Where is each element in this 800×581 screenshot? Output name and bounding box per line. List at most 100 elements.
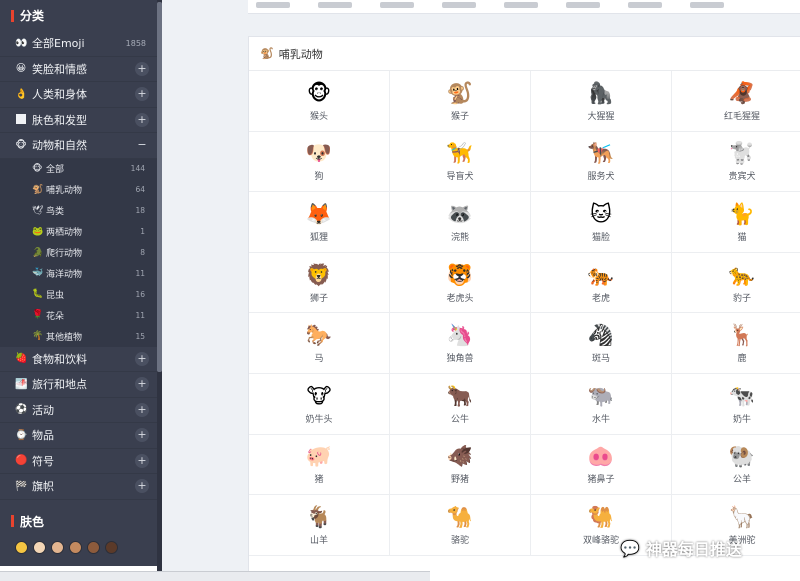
sidebar-category[interactable]: ⚽ 活动 + — [0, 398, 161, 424]
subcategory-count: 11 — [135, 268, 145, 278]
emoji-glyph: 🐄 — [728, 383, 756, 408]
sidebar-category[interactable]: 👌 人类和身体 + — [0, 82, 161, 108]
emoji-cell[interactable]: 🐽 猪鼻子 — [531, 434, 672, 496]
emoji-cell[interactable]: 🐐 山羊 — [249, 495, 390, 556]
emoji-glyph: 🦝 — [446, 201, 474, 226]
emoji-name: 斑马 — [591, 354, 610, 365]
skin-tone-option[interactable] — [105, 540, 118, 554]
emoji-cell[interactable]: 🦊 狐狸 — [249, 192, 390, 253]
category-icon: 👌 — [15, 88, 28, 100]
sidebar-subcategory[interactable]: 🐵 全部 144 — [0, 158, 161, 180]
emoji-cell[interactable]: 🦓 斑马 — [531, 313, 672, 374]
expand-button[interactable]: + — [135, 112, 149, 127]
emoji-cell[interactable]: 🐈 猫 — [672, 192, 800, 253]
subcategory-icon: 🌴 — [32, 331, 44, 342]
skin-tone-option[interactable] — [87, 540, 100, 554]
skin-tone-option[interactable] — [15, 540, 28, 554]
sidebar-subcategory[interactable]: 🕊 鸟类 18 — [0, 200, 161, 222]
emoji-cell[interactable]: 🐖 猪 — [249, 434, 390, 496]
sidebar-subcategory[interactable]: 🐸 两栖动物 1 — [0, 221, 161, 243]
emoji-cell[interactable]: 🐂 公牛 — [390, 373, 531, 435]
emoji-cell[interactable]: 🐏 公羊 — [672, 435, 800, 496]
emoji-cell[interactable]: 🐆 豹子 — [672, 253, 800, 314]
emoji-cell[interactable]: 🐕‍🦺 服务犬 — [531, 131, 672, 193]
emoji-glyph: 🐩 — [728, 141, 756, 166]
skin-tone-option[interactable] — [69, 540, 82, 554]
sidebar-scrollbar-thumb[interactable] — [157, 2, 162, 372]
sidebar-subcategory[interactable]: 🐛 昆虫 16 — [0, 283, 161, 305]
emoji-cell[interactable]: 🐪 骆驼 — [390, 495, 531, 556]
expand-button[interactable]: + — [135, 402, 149, 417]
sidebar-category[interactable]: 😀 笑脸和情感 + — [0, 57, 161, 82]
emoji-cell[interactable]: 🦁 狮子 — [249, 252, 390, 314]
emoji-name: 猪鼻子 — [587, 475, 615, 486]
emoji-cell[interactable]: 🐶 狗 — [249, 131, 390, 193]
skin-tone-picker — [0, 540, 161, 554]
category-icon: ⚽ — [15, 404, 28, 416]
sidebar-category[interactable]: 🏁 旗帜 + — [0, 474, 161, 500]
emoji-cell[interactable]: 🐱 猫脸 — [531, 192, 672, 253]
emoji-cell[interactable]: 🐃 水牛 — [531, 373, 672, 435]
emoji-name: 双峰骆驼 — [582, 535, 619, 546]
expand-button[interactable]: + — [135, 87, 149, 102]
sidebar-subcategory[interactable]: 🐊 爬行动物 8 — [0, 242, 161, 263]
expand-button[interactable]: + — [135, 351, 149, 366]
expand-button[interactable]: + — [135, 61, 149, 76]
emoji-cell[interactable]: 🐗 野猪 — [390, 434, 531, 496]
emoji-cell[interactable]: 🦝 浣熊 — [390, 192, 531, 253]
emoji-cell[interactable]: 🐵 猴头 — [249, 71, 390, 132]
sidebar-category[interactable]: 🔴 符号 + — [0, 449, 161, 475]
emoji-name: 骆驼 — [450, 535, 469, 546]
expand-button[interactable]: + — [135, 377, 149, 392]
emoji-name: 猪 — [314, 475, 324, 486]
sidebar-category[interactable]: 🍓 食物和饮料 + — [0, 347, 161, 373]
emoji-cell[interactable]: 🐅 老虎 — [531, 252, 672, 314]
emoji-cell[interactable]: 🐎 马 — [249, 313, 390, 374]
subcategory-icon: 🐸 — [32, 226, 44, 237]
emoji-cell[interactable]: 🐩 贵宾犬 — [672, 132, 800, 193]
emoji-cell[interactable]: 🐄 奶牛 — [672, 374, 800, 435]
emoji-glyph: 🐱 — [590, 201, 612, 226]
emoji-glyph: 🐕‍🦺 — [587, 141, 615, 166]
emoji-glyph: 🐮 — [306, 383, 332, 408]
sidebar-subcategory[interactable]: 🌴 其他植物 15 — [0, 325, 161, 347]
sidebar-category[interactable]: 🐵 动物和自然 − — [0, 133, 161, 159]
collapse-button[interactable]: − — [135, 138, 149, 152]
emoji-glyph: 🐵 — [306, 80, 332, 105]
skin-tone-option[interactable] — [51, 540, 64, 554]
emoji-glyph: 🐖 — [305, 444, 333, 469]
emoji-cell[interactable]: 🦄 独角兽 — [390, 313, 531, 374]
emoji-name: 野猪 — [450, 475, 469, 486]
emoji-cell[interactable]: 🐯 老虎头 — [390, 252, 531, 314]
sidebar-category[interactable]: 🌁 旅行和地点 + — [0, 372, 161, 398]
emoji-name: 鹿 — [737, 354, 747, 365]
emoji-cell[interactable]: 🦌 鹿 — [672, 313, 800, 374]
skin-tone-option[interactable] — [33, 540, 46, 554]
emoji-name: 马 — [314, 354, 324, 365]
emoji-glyph: 🦁 — [305, 262, 333, 287]
emoji-name: 猴头 — [309, 111, 328, 122]
sidebar-category[interactable]: 🏿 肤色和发型 + — [0, 108, 161, 133]
emoji-name: 独角兽 — [446, 354, 474, 365]
emoji-glyph: 🐽 — [587, 444, 615, 469]
monkey-icon: 🐒 — [260, 47, 274, 60]
emoji-glyph: 🐅 — [587, 262, 615, 287]
emoji-cell[interactable]: 🦮 导盲犬 — [390, 131, 531, 193]
sidebar-category[interactable]: ⌚ 物品 + — [0, 423, 161, 449]
expand-button[interactable]: + — [135, 453, 149, 468]
emoji-cell[interactable]: 🐒 猴子 — [390, 71, 531, 132]
categories-title-text: 分类 — [20, 9, 45, 23]
sidebar-subcategory[interactable]: 🌹 花朵 11 — [0, 304, 161, 326]
emoji-cell[interactable]: 🦍 大猩猩 — [531, 71, 672, 132]
sidebar-category[interactable]: 👀 全部Emoji 1858 — [0, 31, 161, 57]
emoji-glyph: 🦊 — [305, 201, 333, 226]
watermark-text: 神器每日推送 — [645, 540, 742, 559]
expand-button[interactable]: + — [135, 428, 149, 443]
emoji-cell[interactable]: 🦧 红毛猩猩 — [672, 71, 800, 132]
expand-button[interactable]: + — [135, 479, 149, 494]
sidebar-subcategory[interactable]: 🐳 海洋动物 11 — [0, 262, 161, 284]
emoji-cell[interactable]: 🐮 奶牛头 — [249, 373, 390, 435]
emoji-name: 水牛 — [591, 414, 610, 425]
sidebar-subcategory[interactable]: 🐒 哺乳动物 64 — [0, 179, 161, 201]
subcategory-label: 两栖动物 — [46, 228, 83, 239]
